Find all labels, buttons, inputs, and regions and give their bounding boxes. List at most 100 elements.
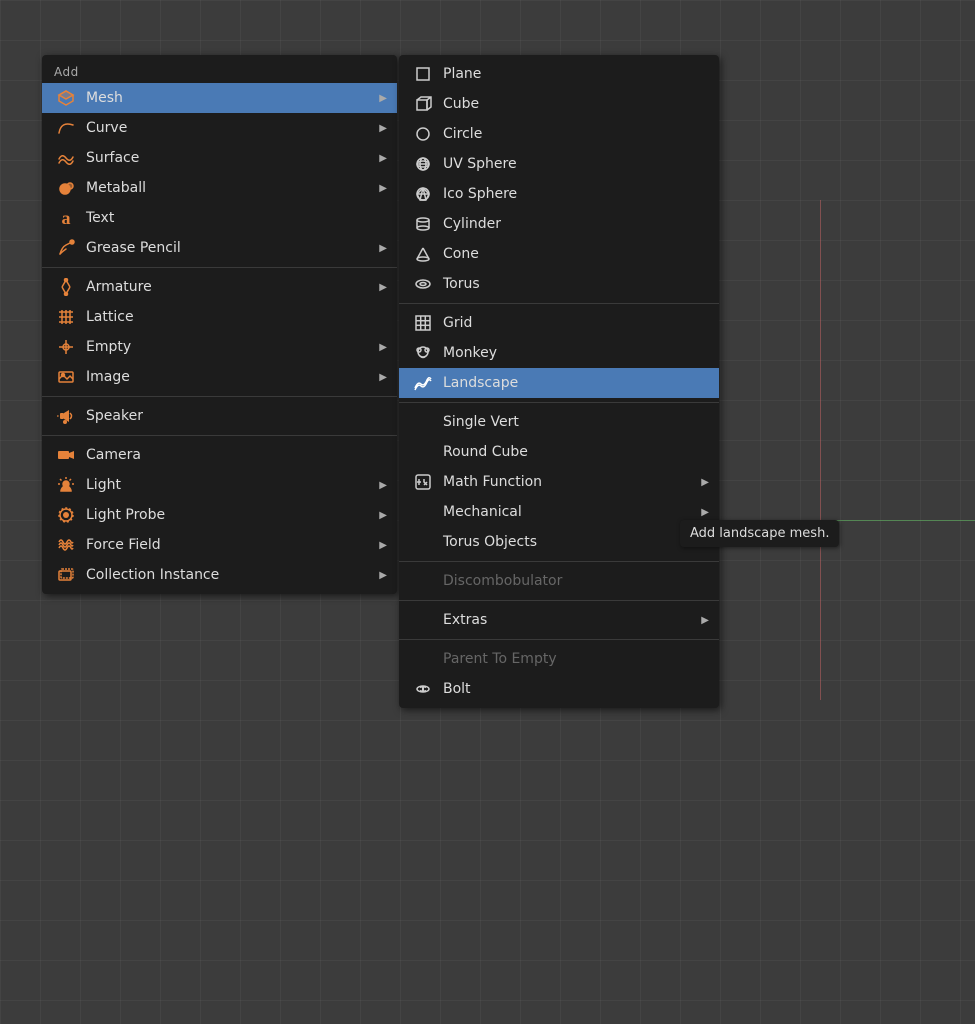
mesh-item-circle[interactable]: Circle [399,119,719,149]
camera-icon [52,445,80,465]
extras-icon [409,610,437,630]
mesh-item-plane[interactable]: Plane [399,59,719,89]
mesh-sep-2 [399,402,719,403]
mesh-submenu: Plane Cube Circle [399,55,719,708]
menu-item-collection-instance[interactable]: Collection Instance ▶ [42,560,397,590]
curve-arrow: ▶ [369,123,387,134]
mesh-item-mechanical[interactable]: Mechanical ▶ [399,497,719,527]
menu-container: Add Mesh ▶ Curve ▶ [42,55,719,708]
mesh-item-landscape[interactable]: Landscape [399,368,719,398]
circle-label: Circle [443,126,482,142]
image-arrow: ▶ [369,372,387,383]
mesh-item-cylinder[interactable]: Cylinder [399,209,719,239]
mesh-item-cone[interactable]: Cone [399,239,719,269]
mesh-item-cube[interactable]: Cube [399,89,719,119]
menu-header: Add [42,59,397,83]
force-field-arrow: ▶ [369,540,387,551]
cylinder-icon [409,214,437,234]
grease-pencil-arrow: ▶ [369,243,387,254]
light-icon [52,475,80,495]
mesh-sep-4 [399,600,719,601]
cone-label: Cone [443,246,479,262]
mesh-item-torus[interactable]: Torus [399,269,719,299]
menu-item-empty[interactable]: Empty ▶ [42,332,397,362]
menu-item-speaker[interactable]: Speaker [42,401,397,431]
menu-item-text[interactable]: a Text [42,203,397,233]
menu-item-curve[interactable]: Curve ▶ [42,113,397,143]
force-field-label: Force Field [86,537,161,553]
cylinder-label: Cylinder [443,216,501,232]
light-arrow: ▶ [369,480,387,491]
menu-item-metaball[interactable]: Metaball ▶ [42,173,397,203]
mesh-label: Mesh [86,90,123,106]
mesh-item-bolt[interactable]: Bolt [399,674,719,704]
tooltip-text: Add landscape mesh. [690,526,829,541]
separator-3 [42,435,397,436]
cube-icon [409,94,437,114]
plane-icon [409,64,437,84]
mesh-sep-1 [399,303,719,304]
speaker-label: Speaker [86,408,143,424]
menu-item-lattice[interactable]: Lattice [42,302,397,332]
parent-to-empty-label: Parent To Empty [443,651,557,667]
mesh-item-uv-sphere[interactable]: UV Sphere [399,149,719,179]
light-probe-label: Light Probe [86,507,165,523]
mesh-arrow: ▶ [369,93,387,104]
math-function-arrow: ▶ [691,477,709,488]
grid-icon [409,313,437,333]
extras-arrow: ▶ [691,615,709,626]
mesh-item-extras[interactable]: Extras ▶ [399,605,719,635]
separator-1 [42,267,397,268]
mechanical-label: Mechanical [443,504,522,520]
mesh-item-torus-objects[interactable]: Torus Objects ▶ [399,527,719,557]
armature-icon [52,277,80,297]
mesh-item-discombobulator: Discombobulator [399,566,719,596]
metaball-icon [52,178,80,198]
menu-item-force-field[interactable]: Force Field ▶ [42,530,397,560]
separator-2 [42,396,397,397]
torus-label: Torus [443,276,480,292]
grease-pencil-icon [52,238,80,258]
speaker-icon [52,406,80,426]
mesh-item-single-vert[interactable]: Single Vert [399,407,719,437]
menu-item-light-probe[interactable]: Light Probe ▶ [42,500,397,530]
collection-arrow: ▶ [369,570,387,581]
landscape-icon [409,373,437,393]
metaball-label: Metaball [86,180,146,196]
mesh-item-parent-to-empty: Parent To Empty [399,644,719,674]
lattice-label: Lattice [86,309,134,325]
menu-item-camera[interactable]: Camera [42,440,397,470]
torus-icon [409,274,437,294]
monkey-label: Monkey [443,345,497,361]
menu-item-grease-pencil[interactable]: Grease Pencil ▶ [42,233,397,263]
round-cube-label: Round Cube [443,444,528,460]
grid-label: Grid [443,315,472,331]
uv-sphere-label: UV Sphere [443,156,517,172]
mesh-item-grid[interactable]: Grid [399,308,719,338]
empty-icon [52,337,80,357]
menu-item-light[interactable]: Light ▶ [42,470,397,500]
menu-item-surface[interactable]: Surface ▶ [42,143,397,173]
collection-instance-label: Collection Instance [86,567,219,583]
menu-item-armature[interactable]: Armature ▶ [42,272,397,302]
uv-sphere-icon [409,154,437,174]
mesh-item-round-cube[interactable]: Round Cube [399,437,719,467]
circle-icon [409,124,437,144]
surface-label: Surface [86,150,139,166]
menu-item-mesh[interactable]: Mesh ▶ [42,83,397,113]
cube-label: Cube [443,96,479,112]
discombobulator-icon [409,571,437,591]
single-vert-label: Single Vert [443,414,519,430]
light-probe-icon [52,505,80,525]
curve-icon [52,118,80,138]
armature-label: Armature [86,279,152,295]
camera-label: Camera [86,447,141,463]
menu-item-image[interactable]: Image ▶ [42,362,397,392]
mesh-item-ico-sphere[interactable]: Ico Sphere [399,179,719,209]
text-label: Text [86,210,114,226]
mechanical-arrow: ▶ [691,507,709,518]
surface-arrow: ▶ [369,153,387,164]
light-label: Light [86,477,121,493]
mesh-item-monkey[interactable]: Monkey [399,338,719,368]
mesh-item-math-function[interactable]: Math Function ▶ [399,467,719,497]
